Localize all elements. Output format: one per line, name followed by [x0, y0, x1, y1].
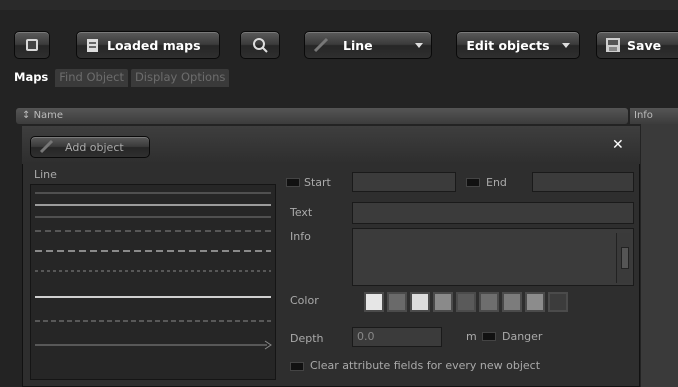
close-icon[interactable]: ✕	[612, 137, 630, 153]
info-column-header[interactable]: Info	[630, 108, 678, 124]
danger-checkbox[interactable]	[482, 332, 496, 341]
app-screen-button[interactable]	[14, 31, 50, 59]
tab-find-object[interactable]: Find Object	[55, 69, 128, 87]
loaded-maps-button[interactable]: Loaded maps	[76, 31, 220, 59]
info-label: Info	[290, 230, 311, 243]
line-style-list[interactable]	[30, 184, 276, 380]
color-label: Color	[290, 294, 319, 307]
color-swatch[interactable]	[479, 292, 499, 312]
start-label: Start	[304, 176, 331, 189]
add-object-button[interactable]: Add object	[30, 136, 150, 158]
add-object-label: Add object	[65, 140, 124, 154]
screen-icon	[24, 37, 40, 53]
end-field[interactable]	[532, 172, 634, 192]
color-swatch[interactable]	[525, 292, 545, 312]
info-header-label: Info	[634, 110, 653, 121]
maps-icon	[85, 37, 101, 53]
color-swatch[interactable]	[433, 292, 453, 312]
tab-maps[interactable]: Maps	[14, 69, 52, 87]
chevron-down-icon	[415, 42, 423, 48]
color-swatch[interactable]	[548, 292, 568, 312]
color-swatch[interactable]	[387, 292, 407, 312]
info-textarea[interactable]	[352, 228, 634, 286]
chevron-down-icon	[561, 42, 570, 48]
color-swatch[interactable]	[364, 292, 384, 312]
right-panel-strip	[641, 124, 678, 387]
info-scrollbar[interactable]	[616, 233, 631, 283]
scroll-thumb[interactable]	[621, 247, 629, 269]
danger-label: Danger	[502, 330, 543, 343]
text-field[interactable]	[352, 202, 634, 224]
start-checkbox[interactable]	[286, 178, 300, 187]
line-tool-label: Line	[343, 37, 373, 53]
line-style-options[interactable]	[31, 185, 275, 379]
clear-fields-checkbox[interactable]	[290, 362, 304, 371]
clear-fields-label: Clear attribute fields for every new obj…	[310, 359, 541, 372]
pencil-icon	[39, 139, 55, 155]
loaded-maps-label: Loaded maps	[107, 37, 201, 53]
name-column-header[interactable]: ↕ Name	[16, 108, 628, 124]
top-band	[0, 0, 678, 10]
line-style-label: Line	[34, 168, 57, 181]
depth-label: Depth	[290, 332, 324, 345]
color-swatch[interactable]	[456, 292, 476, 312]
depth-field[interactable]: 0.0	[352, 327, 442, 347]
tab-bar: Maps Find Object Display Options	[14, 69, 230, 87]
name-header-label: Name	[33, 110, 64, 121]
start-field[interactable]	[352, 172, 456, 192]
color-swatch[interactable]	[502, 292, 522, 312]
line-tool-dropdown[interactable]: Line	[304, 31, 432, 59]
save-icon	[605, 37, 621, 53]
depth-unit: m	[466, 330, 477, 343]
color-swatch[interactable]	[410, 292, 430, 312]
text-label: Text	[290, 206, 313, 219]
tab-display-options[interactable]: Display Options	[130, 69, 230, 87]
save-label: Save	[627, 37, 662, 53]
end-label: End	[486, 176, 507, 189]
zoom-button[interactable]	[240, 31, 280, 59]
sort-icon: ↕	[22, 110, 34, 121]
edit-objects-label: Edit objects	[466, 37, 550, 53]
edit-objects-dropdown[interactable]: Edit objects	[456, 31, 580, 59]
save-button[interactable]: Save	[596, 31, 678, 59]
end-checkbox[interactable]	[466, 178, 480, 187]
magnifier-icon	[252, 37, 268, 53]
pencil-icon	[313, 37, 329, 53]
